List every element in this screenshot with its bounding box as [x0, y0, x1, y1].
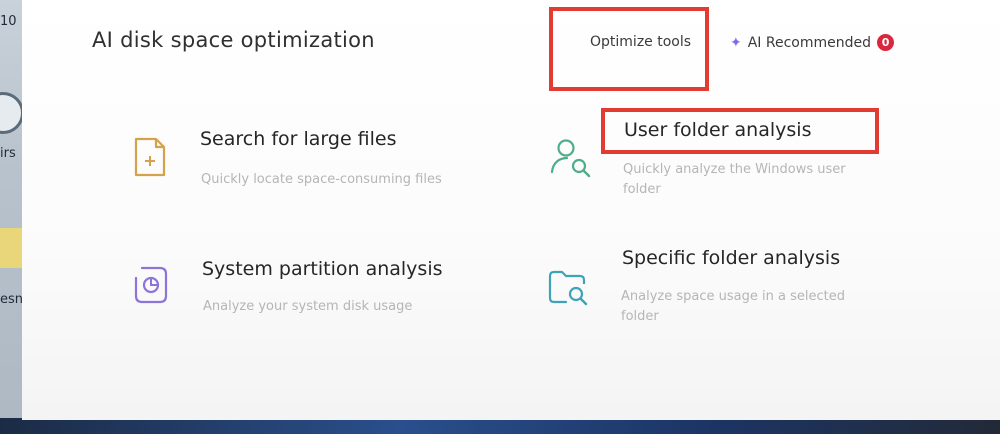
tool-card-system-partition[interactable]: System partition analysis Analyze your s…	[122, 250, 522, 340]
add-file-icon	[132, 136, 168, 182]
tool-card-user-folder[interactable]: User folder analysis Quickly analyze the…	[542, 112, 942, 212]
tool-card-large-files[interactable]: Search for large files Quickly locate sp…	[122, 120, 522, 210]
tool-name: Specific folder analysis	[622, 247, 841, 269]
sparkle-icon: ✦	[730, 34, 742, 51]
tool-description: Quickly analyze the Windows user folder	[623, 162, 846, 197]
tab-ai-label: AI Recommended	[747, 34, 872, 51]
desktop-text-fragment: 10	[0, 14, 17, 29]
taskbar-edge	[0, 418, 1000, 434]
disk-optimization-window: AI disk space optimization Optimize tool…	[22, 0, 1000, 420]
tool-card-specific-folder[interactable]: Specific folder analysis Analyze space u…	[542, 240, 942, 340]
notification-badge: 0	[877, 34, 895, 51]
desktop-icon	[0, 92, 24, 134]
tab-optimize-tools[interactable]: Optimize tools	[590, 34, 691, 50]
desktop-text-fragment: esn	[0, 292, 24, 307]
folder-search-icon	[546, 268, 592, 312]
page-title: AI disk space optimization	[92, 28, 375, 52]
tool-name: System partition analysis	[202, 258, 443, 280]
tool-name: User folder analysis	[624, 119, 812, 141]
user-search-icon	[548, 138, 594, 182]
disk-chart-icon	[132, 264, 172, 310]
tool-description: Analyze your system disk usage	[203, 299, 413, 314]
tool-description: Quickly locate space-consuming files	[201, 172, 442, 187]
tool-name: Search for large files	[200, 128, 397, 150]
desktop-folder-icon	[0, 228, 22, 268]
tool-description: Analyze space usage in a selected folder	[621, 289, 845, 324]
desktop-text-fragment: irs	[0, 146, 16, 161]
tab-ai-recommended[interactable]: ✦ AI Recommended 0	[730, 34, 895, 51]
